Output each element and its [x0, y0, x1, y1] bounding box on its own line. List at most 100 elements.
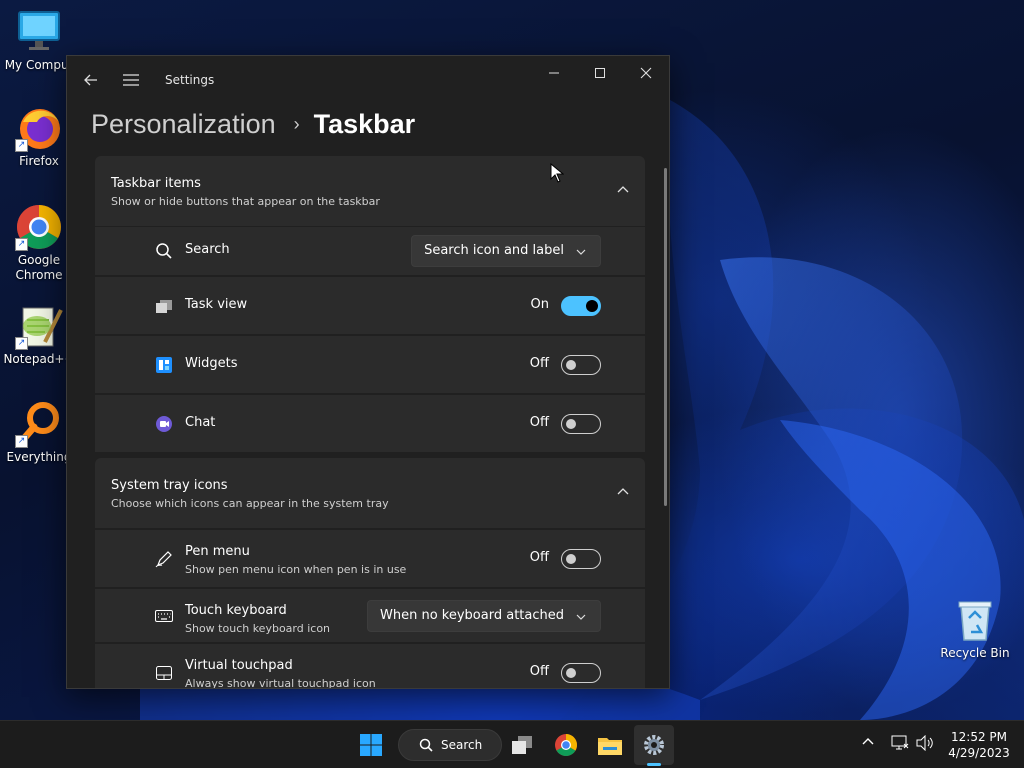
breadcrumb-separator: › [293, 113, 300, 134]
toggle-knob [566, 359, 576, 370]
notepadpp-icon: ↗ [15, 302, 63, 350]
chat-toggle[interactable] [561, 413, 601, 434]
section-title: Taskbar items [111, 176, 201, 191]
setting-label: Pen menu [185, 544, 250, 559]
breadcrumb: Personalization › Taskbar [91, 104, 415, 144]
search-icon [155, 242, 173, 260]
setting-row-virtual-touchpad: Virtual touchpad Always show virtual tou… [95, 644, 645, 689]
task-view-button[interactable] [502, 725, 542, 765]
chrome-icon [555, 734, 577, 756]
touch-keyboard-dropdown[interactable]: When no keyboard attached [367, 599, 601, 632]
desktop-icon-label: Recycle Bin [940, 646, 1010, 660]
toggle-state-text: Off [529, 355, 549, 371]
speaker-icon [916, 734, 933, 752]
gear-icon [644, 735, 664, 755]
scrollbar-thumb[interactable] [664, 168, 667, 506]
active-app-indicator [647, 763, 661, 766]
maximize-button[interactable] [577, 56, 623, 90]
maximize-icon [595, 68, 605, 78]
shortcut-arrow-icon: ↗ [15, 238, 28, 251]
chevron-down-icon [576, 614, 586, 620]
section-subtitle: Choose which icons can appear in the sys… [111, 497, 389, 510]
firefox-icon: ↗ [15, 104, 63, 152]
clock-date: 4/29/2023 [948, 746, 1010, 760]
taskbar-search-box[interactable]: Search [398, 729, 502, 761]
back-button[interactable] [73, 64, 109, 96]
section-title: System tray icons [111, 478, 228, 493]
taskbar: Search 12:52 PM 4/29/2023 [0, 720, 1024, 768]
keyboard-icon [155, 607, 173, 625]
setting-row-widgets: Widgets Off [95, 336, 645, 393]
mouse-cursor-icon [550, 163, 564, 183]
toggle-state-text: Off [529, 549, 549, 565]
system-clock[interactable]: 12:52 PM 4/29/2023 [944, 729, 1014, 761]
desktop-icon-recycle-bin[interactable]: Recycle Bin [936, 596, 1014, 661]
virtual-touchpad-toggle[interactable] [561, 662, 601, 683]
close-button[interactable] [623, 56, 669, 90]
everything-icon: ↗ [15, 400, 63, 448]
section-subtitle: Show or hide buttons that appear on the … [111, 195, 380, 208]
setting-label: Virtual touchpad [185, 658, 293, 673]
computer-icon [15, 8, 63, 56]
setting-label: Chat [185, 414, 216, 430]
settings-window: Settings Personalization › Taskbar Taskb… [66, 55, 670, 689]
minimize-button[interactable] [531, 56, 577, 90]
breadcrumb-parent-link[interactable]: Personalization [91, 109, 276, 140]
task-view-toggle[interactable] [561, 295, 601, 316]
taskbar-file-explorer-button[interactable] [590, 725, 630, 765]
chevron-up-icon [862, 738, 874, 745]
setting-label: Task view [185, 296, 248, 312]
search-icon [419, 738, 433, 752]
search-mode-dropdown[interactable]: Search icon and label [411, 235, 601, 267]
shortcut-arrow-icon: ↗ [15, 337, 28, 350]
window-title: Settings [165, 73, 215, 87]
toggle-knob [566, 553, 576, 564]
minimize-icon [549, 72, 559, 74]
pen-icon [155, 550, 173, 568]
setting-description: Show pen menu icon when pen is in use [185, 563, 407, 576]
back-arrow-icon [84, 74, 97, 86]
windows-logo-icon [360, 734, 382, 756]
toggle-state-text: Off [529, 414, 549, 430]
recycle-bin-icon [951, 596, 999, 644]
toggle-knob [566, 418, 576, 429]
start-button[interactable] [351, 725, 391, 765]
setting-row-chat: Chat Off [95, 395, 645, 452]
setting-description: Always show virtual touchpad icon [185, 677, 376, 689]
widgets-icon [155, 356, 173, 374]
volume-button[interactable] [916, 734, 934, 755]
taskbar-chrome-button[interactable] [546, 725, 586, 765]
taskbar-settings-button[interactable] [634, 725, 674, 765]
setting-description: Show touch keyboard icon [185, 622, 331, 635]
setting-label: Search [185, 242, 230, 257]
touchpad-icon [155, 664, 173, 682]
chat-icon [155, 415, 173, 433]
pen-menu-toggle[interactable] [561, 548, 601, 569]
setting-label: Widgets [185, 355, 238, 371]
show-hidden-icons-button[interactable] [861, 735, 875, 753]
clock-time: 12:52 PM [951, 730, 1007, 744]
hamburger-menu-icon [123, 74, 139, 86]
widgets-toggle[interactable] [561, 354, 601, 375]
dropdown-value: When no keyboard attached [380, 607, 564, 623]
setting-row-search: Search Search icon and label [95, 227, 645, 275]
toggle-knob [566, 667, 576, 678]
toggle-state-text: On [530, 296, 549, 312]
chrome-icon: ↗ [15, 203, 63, 251]
close-icon [640, 67, 652, 79]
navigation-menu-button[interactable] [113, 64, 149, 96]
setting-row-pen-menu: Pen menu Show pen menu icon when pen is … [95, 530, 645, 587]
network-icon [891, 735, 909, 750]
title-bar[interactable]: Settings [67, 56, 669, 104]
shortcut-arrow-icon: ↗ [15, 435, 28, 448]
setting-row-touch-keyboard: Touch keyboard Show touch keyboard icon … [95, 589, 645, 642]
taskbar-search-label: Search [441, 738, 483, 752]
shortcut-arrow-icon: ↗ [15, 139, 28, 152]
task-view-icon [155, 297, 173, 315]
chevron-up-icon [617, 186, 629, 193]
toggle-knob [586, 299, 598, 312]
network-status-button[interactable] [891, 735, 909, 755]
section-header-system-tray-icons[interactable]: System tray icons Choose which icons can… [95, 458, 645, 528]
folder-icon [598, 738, 622, 755]
dropdown-value: Search icon and label [424, 243, 564, 258]
